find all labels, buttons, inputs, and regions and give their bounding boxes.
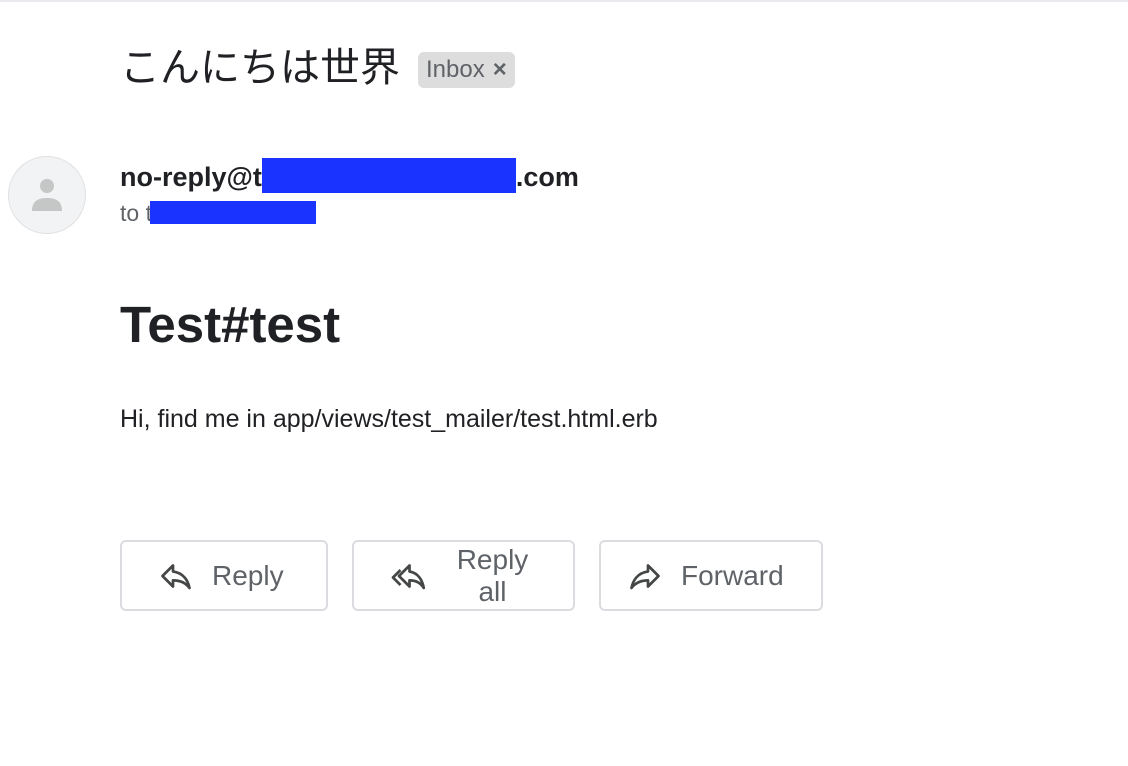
remove-label-button[interactable]: × [493,56,507,84]
sender-block: no-reply@t .com to t [120,158,579,228]
forward-icon [627,558,663,594]
reply-button-label: Reply [212,559,284,591]
email-body-text: Hi, find me in app/views/test_mailer/tes… [120,405,658,433]
sender-address-suffix: .com [515,162,579,192]
email-subject: こんにちは世界 [120,45,400,91]
redaction-box [149,201,316,225]
email-actions: Reply Reply all Forward [120,540,847,611]
reply-all-button[interactable]: Reply all [352,540,575,611]
reply-all-button-label: Reply all [456,543,529,607]
subject-row: こんにちは世界 Inbox × [120,42,515,94]
label-chip-inbox[interactable]: Inbox × [418,52,515,88]
forward-button-label: Forward [681,559,784,591]
label-chip-text: Inbox [426,56,485,83]
person-icon [32,179,62,211]
redaction-box [261,158,516,194]
avatar[interactable] [8,156,86,234]
email-view: こんにちは世界 Inbox × no-reply@t .com to t Test… [0,0,1128,766]
recipient-prefix: to t [120,200,152,226]
reply-button[interactable]: Reply [120,540,328,611]
email-body-heading: Test#test [120,296,341,353]
recipient-line[interactable]: to t [120,198,579,228]
sender-address[interactable]: no-reply@t .com [120,158,579,196]
forward-button[interactable]: Forward [599,540,823,611]
reply-all-icon [390,558,426,594]
sender-address-prefix: no-reply@t [120,162,262,192]
reply-icon [158,558,194,594]
